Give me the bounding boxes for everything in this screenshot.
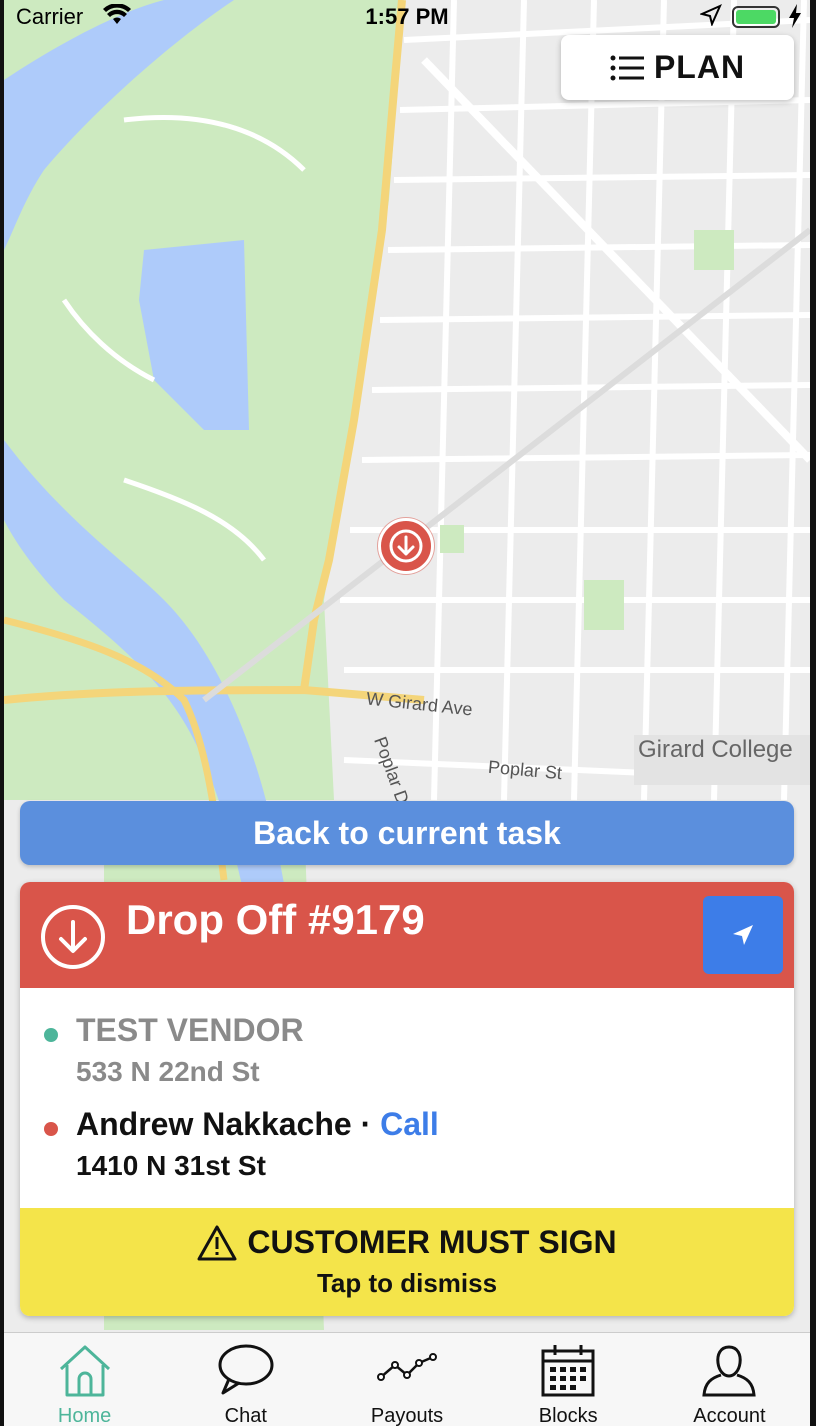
tab-blocks[interactable]: Blocks — [488, 1333, 649, 1426]
task-card[interactable]: Drop Off #9179 TEST VENDOR 533 N 22nd St… — [20, 882, 794, 1316]
dropoff-address: 1410 N 31st St — [76, 1150, 266, 1181]
pickup-name: TEST VENDOR — [76, 1012, 304, 1048]
dropoff-arrow-icon — [41, 905, 105, 969]
back-to-current-task-button[interactable]: Back to current task — [20, 801, 794, 865]
tab-account-label: Account — [693, 1405, 766, 1426]
sign-title-text: CUSTOMER MUST SIGN — [247, 1224, 617, 1260]
task-title: Drop Off #9179 — [126, 896, 425, 943]
task-header: Drop Off #9179 — [20, 882, 794, 988]
battery-icon — [732, 6, 780, 28]
plan-label: PLAN — [653, 49, 746, 85]
name-separator: · — [360, 1106, 372, 1142]
sign-banner-title: CUSTOMER MUST SIGN — [20, 1224, 794, 1261]
customer-name: Andrew Nakkache — [76, 1106, 352, 1142]
pickup-dot — [44, 1028, 58, 1042]
tab-home[interactable]: Home — [4, 1333, 165, 1426]
charging-bolt-icon — [788, 4, 802, 34]
dropoff-dot — [44, 1122, 58, 1136]
navigation-arrow-icon — [733, 925, 753, 945]
dropoff-map-pin[interactable] — [378, 518, 434, 574]
calendar-icon — [541, 1345, 595, 1397]
call-link[interactable]: Call — [380, 1106, 439, 1142]
pickup-address: 533 N 22nd St — [76, 1056, 260, 1087]
account-icon — [702, 1345, 757, 1397]
dropoff-arrow-icon — [389, 529, 423, 563]
chat-icon — [218, 1344, 274, 1395]
tap-to-dismiss-label: Tap to dismiss — [316, 1268, 498, 1298]
tab-home-label: Home — [57, 1405, 112, 1426]
list-icon — [610, 55, 644, 80]
payouts-icon — [377, 1353, 437, 1381]
navigate-button[interactable] — [703, 896, 783, 974]
tab-chat[interactable]: Chat — [165, 1333, 326, 1426]
plan-button[interactable]: PLAN — [561, 35, 794, 100]
warning-icon — [197, 1225, 237, 1260]
tab-payouts[interactable]: Payouts — [326, 1333, 487, 1426]
location-arrow-icon — [698, 4, 722, 32]
status-bar: Carrier 1:57 PM — [4, 0, 810, 34]
customer-must-sign-banner[interactable]: CUSTOMER MUST SIGN Tap to dismiss — [20, 1208, 794, 1316]
clock: 1:57 PM — [365, 4, 449, 29]
dropoff-name-row: Andrew Nakkache · Call — [76, 1106, 439, 1143]
tab-account[interactable]: Account — [649, 1333, 810, 1426]
map-label-girard-college: Girard College — [638, 736, 793, 763]
home-icon — [59, 1345, 110, 1397]
tab-blocks-label: Blocks — [538, 1405, 598, 1426]
tab-payouts-label: Payouts — [370, 1405, 444, 1426]
app-screen: W Girard Ave Poplar D Poplar St Girard C… — [4, 0, 810, 1426]
tab-bar: Home Chat Payouts Blocks Account — [4, 1332, 810, 1426]
tab-chat-label: Chat — [224, 1405, 267, 1426]
